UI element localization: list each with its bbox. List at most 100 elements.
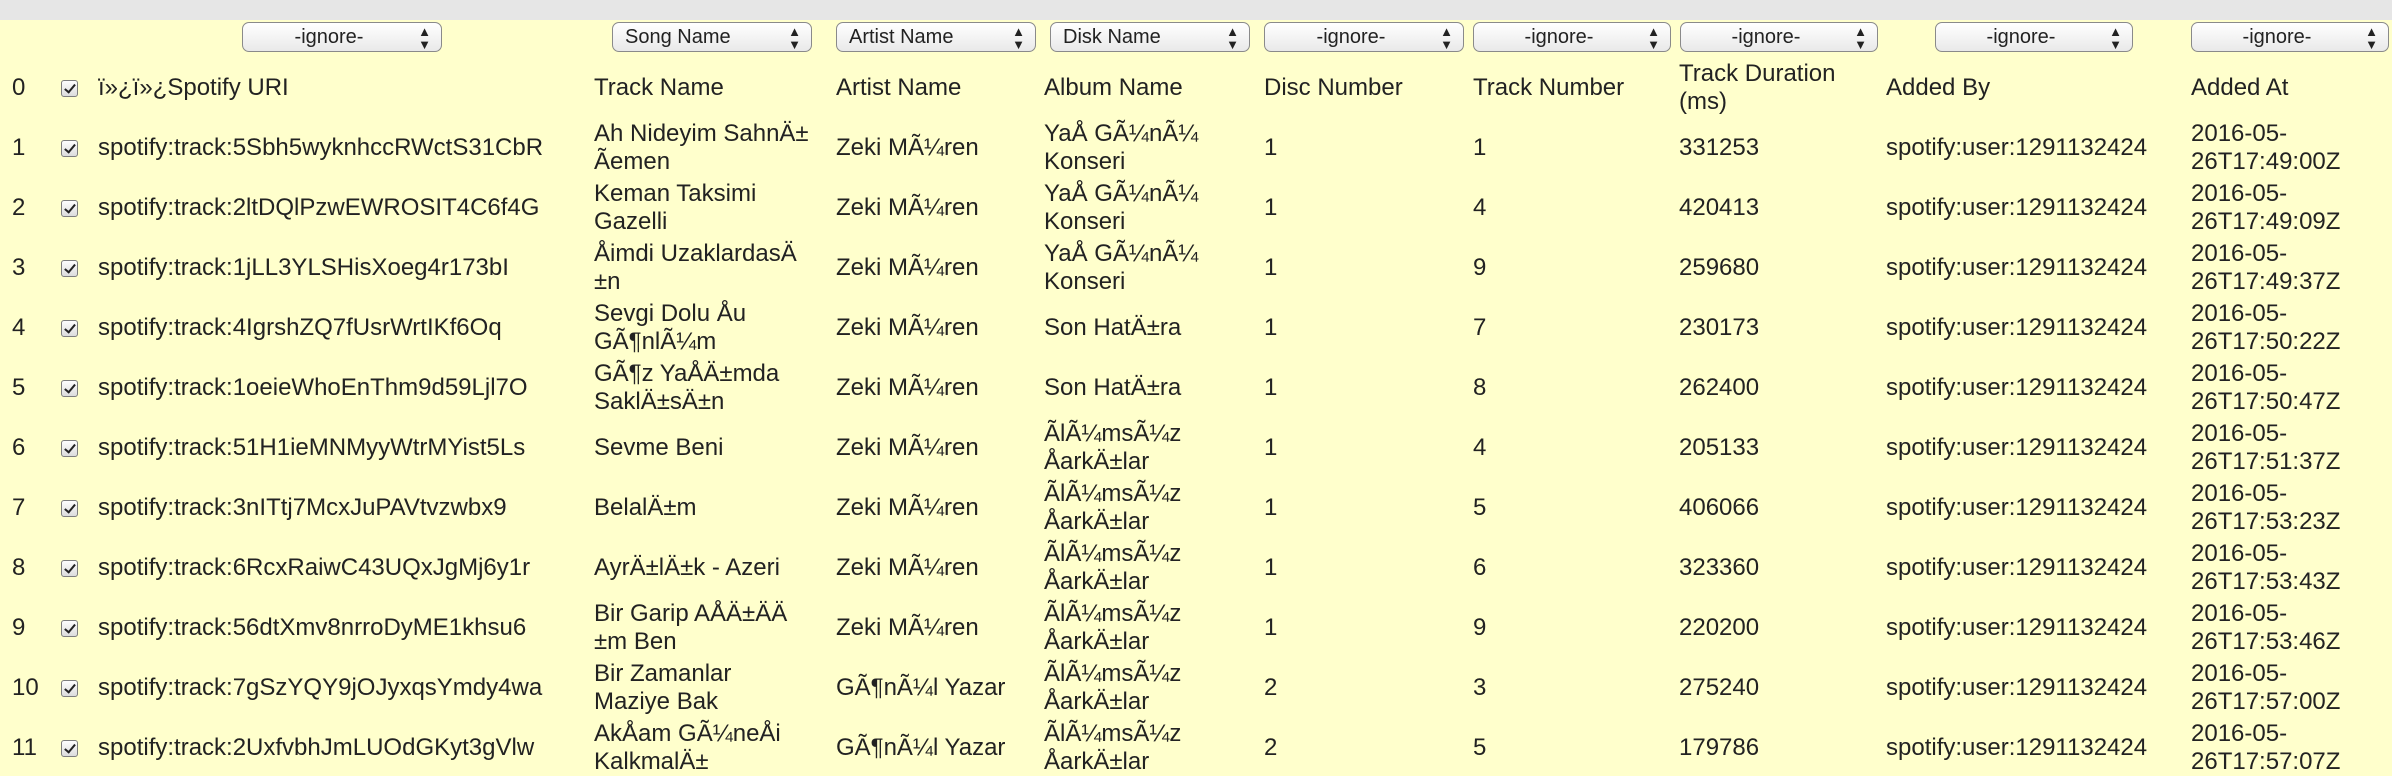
row-include-checkbox[interactable] — [61, 200, 78, 217]
track-duration-cell: 179786 — [1679, 734, 1760, 761]
track-name-cell: Bir Garip AÅÄ±ÄÄ — [594, 600, 788, 627]
row-include-checkbox[interactable] — [61, 140, 78, 157]
column-mapping-select-value: Disk Name — [1063, 26, 1161, 48]
updown-arrows-icon: ▲ ▼ — [1226, 24, 1239, 52]
row-index: 1 — [12, 134, 26, 161]
column-mapping-select[interactable]: -ignore- ▲ ▼ — [1680, 22, 1878, 52]
album-name-cell: ÅarkÄ±lar — [1044, 448, 1150, 475]
disc-number-cell: 1 — [1264, 554, 1278, 581]
column-header: Track Name — [594, 74, 724, 101]
artist-name-cell: Zeki MÃ¼ren — [836, 314, 979, 341]
artist-name-cell: Zeki MÃ¼ren — [836, 254, 979, 281]
updown-arrows-icon: ▲ ▼ — [1440, 24, 1453, 52]
album-name-cell: Son HatÄ±ra — [1044, 374, 1182, 401]
disc-number-cell: 1 — [1264, 494, 1278, 521]
disc-number-cell: 2 — [1264, 734, 1278, 761]
album-name-cell: ÃlÃ¼msÃ¼z — [1044, 540, 1182, 567]
album-name-cell: ÅarkÄ±lar — [1044, 628, 1150, 655]
updown-arrows-icon: ▲ ▼ — [418, 24, 431, 52]
disc-number-cell: 2 — [1264, 674, 1278, 701]
updown-arrows-icon: ▲ ▼ — [1012, 24, 1025, 52]
column-mapping-select[interactable]: -ignore- ▲ ▼ — [2191, 22, 2389, 52]
column-mapping-select[interactable]: -ignore- ▲ ▼ — [1935, 22, 2133, 52]
column-mapping-select[interactable]: Artist Name ▲ ▼ — [836, 22, 1036, 52]
row-include-checkbox[interactable] — [61, 740, 78, 757]
added-at-cell: 26T17:50:47Z — [2191, 388, 2341, 415]
album-name-cell: Son HatÄ±ra — [1044, 314, 1182, 341]
added-at-cell: 26T17:50:22Z — [2191, 328, 2341, 355]
added-at-cell: 2016-05- — [2191, 240, 2288, 267]
row-include-checkbox[interactable] — [61, 440, 78, 457]
album-name-cell: ÅarkÄ±lar — [1044, 748, 1150, 775]
column-mapping-select-value: Song Name — [625, 26, 731, 48]
column-mapping-select[interactable]: Song Name ▲ ▼ — [612, 22, 812, 52]
column-header: Album Name — [1044, 74, 1183, 101]
column-mapping-select[interactable]: Disk Name ▲ ▼ — [1050, 22, 1250, 52]
column-header: ï»¿ï»¿Spotify URI — [98, 74, 289, 101]
album-name-cell: ÃlÃ¼msÃ¼z — [1044, 600, 1182, 627]
track-number-cell: 5 — [1473, 734, 1487, 761]
track-duration-cell: 259680 — [1679, 254, 1760, 281]
disc-number-cell: 1 — [1264, 254, 1278, 281]
added-by-cell: spotify:user:1291132424 — [1886, 254, 2148, 281]
track-name-cell: Sevgi Dolu Åu — [594, 300, 747, 327]
track-number-cell: 9 — [1473, 254, 1487, 281]
updown-arrows-icon: ▲ ▼ — [788, 24, 801, 52]
row-include-checkbox[interactable] — [61, 620, 78, 637]
added-by-cell: spotify:user:1291132424 — [1886, 554, 2148, 581]
spotify-uri-cell: spotify:track:1oeieWhoEnThm9d59Ljl7O — [98, 374, 528, 401]
album-name-cell: Konseri — [1044, 148, 1126, 175]
disc-number-cell: 1 — [1264, 134, 1278, 161]
added-at-cell: 26T17:53:43Z — [2191, 568, 2341, 595]
column-mapping-select[interactable]: -ignore- ▲ ▼ — [1473, 22, 1671, 52]
track-name-cell: SaklÄ±sÄ±n — [594, 388, 725, 415]
track-name-cell: Åimdi UzaklardasÄ — [594, 240, 797, 267]
spotify-uri-cell: spotify:track:2UxfvbhJmLUOdGKyt3gVlw — [98, 734, 535, 761]
added-at-cell: 2016-05- — [2191, 540, 2288, 567]
track-number-cell: 3 — [1473, 674, 1487, 701]
disc-number-cell: 1 — [1264, 314, 1278, 341]
added-by-cell: spotify:user:1291132424 — [1886, 374, 2148, 401]
track-number-cell: 9 — [1473, 614, 1487, 641]
album-name-cell: Konseri — [1044, 268, 1126, 295]
column-mapping-select[interactable]: -ignore- ▲ ▼ — [242, 22, 442, 52]
track-name-cell: ±n — [594, 268, 621, 295]
album-name-cell: YaÅ GÃ¼nÃ¼ — [1044, 120, 1199, 147]
row-include-checkbox[interactable] — [61, 320, 78, 337]
column-mapping-select-value: Artist Name — [849, 26, 954, 48]
column-header: Added By — [1886, 74, 1991, 101]
album-name-cell: YaÅ GÃ¼nÃ¼ — [1044, 240, 1199, 267]
column-mapping-select-value: -ignore- — [1524, 26, 1594, 48]
updown-arrows-icon: ▲ ▼ — [2109, 24, 2122, 52]
spotify-uri-cell: spotify:track:3nITtj7McxJuPAVtvzwbx9 — [98, 494, 507, 521]
column-mapping-select-value: -ignore- — [1731, 26, 1801, 48]
track-name-cell: Maziye Bak — [594, 688, 719, 715]
updown-arrows-icon: ▲ ▼ — [1854, 24, 1867, 52]
column-mapping-select[interactable]: -ignore- ▲ ▼ — [1264, 22, 1464, 52]
row-include-checkbox[interactable] — [61, 260, 78, 277]
track-name-cell: BelalÄ±m — [594, 494, 697, 521]
track-duration-cell: 205133 — [1679, 434, 1760, 461]
track-duration-cell: 230173 — [1679, 314, 1760, 341]
row-include-checkbox[interactable] — [61, 80, 78, 97]
row-index: 4 — [12, 314, 26, 341]
album-name-cell: ÃlÃ¼msÃ¼z — [1044, 720, 1182, 747]
track-name-cell: AyrÄ±lÄ±k - Azeri — [594, 554, 780, 581]
track-duration-cell: 406066 — [1679, 494, 1760, 521]
updown-arrows-icon: ▲ ▼ — [2365, 24, 2378, 52]
row-index: 7 — [12, 494, 26, 521]
album-name-cell: ÅarkÄ±lar — [1044, 508, 1150, 535]
track-duration-cell: 331253 — [1679, 134, 1760, 161]
spotify-uri-cell: spotify:track:56dtXmv8nrroDyME1khsu6 — [98, 614, 527, 641]
added-at-cell: 2016-05- — [2191, 480, 2288, 507]
row-include-checkbox[interactable] — [61, 380, 78, 397]
added-at-cell: 2016-05- — [2191, 660, 2288, 687]
row-include-checkbox[interactable] — [61, 500, 78, 517]
row-include-checkbox[interactable] — [61, 560, 78, 577]
track-duration-cell: 220200 — [1679, 614, 1760, 641]
album-name-cell: ÃlÃ¼msÃ¼z — [1044, 420, 1182, 447]
row-index: 5 — [12, 374, 26, 401]
spotify-uri-cell: spotify:track:4IgrshZQ7fUsrWrtIKf6Oq — [98, 314, 502, 341]
row-include-checkbox[interactable] — [61, 680, 78, 697]
disc-number-cell: 1 — [1264, 374, 1278, 401]
